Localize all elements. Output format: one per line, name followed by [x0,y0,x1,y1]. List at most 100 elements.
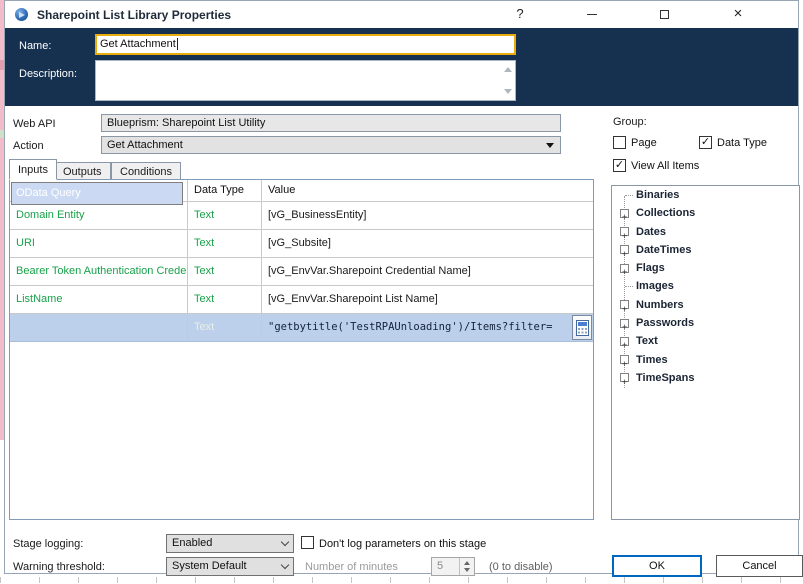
tab-outputs[interactable]: Outputs [54,162,111,180]
description-label: Description: [19,68,78,80]
param-type[interactable]: Text [188,286,262,314]
param-value[interactable]: [vG_BusinessEntity] [262,202,593,230]
spin-up-icon[interactable] [464,561,470,565]
expression-editor-button[interactable] [572,315,592,340]
tree-item-times[interactable]: Times [612,351,799,373]
stage-logging-label: Stage logging: [13,538,84,550]
tree-item-passwords[interactable]: Passwords [612,314,799,336]
background-grid-ticks [0,577,803,583]
warning-threshold-label: Warning threshold: [13,561,105,573]
expand-plus-icon[interactable] [620,227,629,245]
param-name[interactable]: Bearer Token Authentication Credent... [10,258,188,286]
view-all-items-checkbox-label: View All Items [631,160,700,172]
table-row-selected[interactable]: OData Query Text "getbytitle('TestRPAUnl… [10,182,593,342]
expand-plus-icon[interactable] [620,245,629,263]
tree-item-label: Text [636,335,658,348]
param-type[interactable]: Text [188,202,262,230]
cancel-button[interactable]: Cancel [716,555,803,577]
param-type[interactable]: Text [188,258,262,286]
warning-threshold-dropdown[interactable]: System Default [166,557,294,576]
param-type[interactable]: Text [188,314,262,342]
tree-item-timespans[interactable]: TimeSpans [612,369,799,391]
description-textarea[interactable] [95,60,516,101]
stage-logging-value: Enabled [172,537,213,549]
param-value-cell[interactable]: "getbytitle('TestRPAUnloading')/Items?fi… [262,314,593,342]
tree-item-label: Numbers [636,298,684,311]
tree-item-label: Collections [636,207,696,220]
param-value[interactable]: [vG_EnvVar.Sharepoint List Name] [262,286,593,314]
tree-item-dates[interactable]: Dates [612,223,799,245]
tab-conditions[interactable]: Conditions [111,162,181,180]
param-name[interactable]: URI [10,230,188,258]
warning-threshold-value: System Default [172,560,247,572]
table-row[interactable]: Bearer Token Authentication Credent... T… [10,258,593,286]
close-button[interactable]: × [723,1,753,27]
tree-item-flags[interactable]: Flags [612,259,799,281]
group-label: Group: [613,116,647,128]
expand-plus-icon[interactable] [620,373,629,391]
expand-plus-icon[interactable] [620,300,629,318]
param-value[interactable]: [vG_EnvVar.Sharepoint Credential Name] [262,258,593,286]
blueprism-action-icon [15,8,28,21]
table-row[interactable]: URI Text [vG_Subsite] [10,230,593,258]
expand-plus-icon[interactable] [620,355,629,373]
name-input-text: Get Attachment [100,38,176,50]
expand-plus-icon[interactable] [620,336,629,355]
tree-item-images[interactable]: Images [612,277,799,295]
title-bar[interactable]: Sharepoint List Library Properties ? × [5,1,798,28]
calculator-icon [576,320,589,336]
name-input[interactable]: Get Attachment [95,34,516,55]
column-header-datatype: Data Type [188,180,262,202]
stage-logging-dropdown[interactable]: Enabled [166,534,294,553]
minimize-button[interactable] [577,1,607,27]
datatype-checkbox[interactable]: ✓ [699,136,712,149]
page-checkbox-label: Page [631,137,657,149]
param-name[interactable]: ListName [10,286,188,314]
param-name[interactable]: Domain Entity [10,202,188,230]
maximize-icon [659,9,669,19]
expand-plus-icon[interactable] [620,263,629,281]
tree-leaf-stub [625,195,633,196]
minutes-spinner-value: 5 [437,560,444,572]
tree-item-text[interactable]: Text [612,332,799,355]
web-api-field[interactable]: Blueprism: Sharepoint List Utility [101,114,561,132]
datatype-checkbox-label: Data Type [717,137,767,149]
expand-plus-icon[interactable] [620,208,629,227]
chevron-down-icon [280,560,290,570]
table-row[interactable]: ListName Text [vG_EnvVar.Sharepoint List… [10,286,593,314]
tree-item-label: Passwords [636,317,695,330]
tree-item-collections[interactable]: Collections [612,204,799,227]
dont-log-checkbox-label: Don't log parameters on this stage [319,538,487,550]
view-all-items-checkbox[interactable]: ✓ [613,159,626,172]
column-header-value: Value [262,180,593,202]
dropdown-arrow-icon [546,143,554,148]
param-name-cell[interactable]: OData Query [10,182,188,342]
param-value[interactable]: [vG_Subsite] [262,230,593,258]
expand-plus-icon[interactable] [620,318,629,336]
tree-item-label: TimeSpans [636,371,695,384]
help-button[interactable]: ? [505,1,535,27]
ok-button[interactable]: OK [612,555,702,577]
tab-inputs[interactable]: Inputs [9,159,57,180]
tree-item-label: DateTimes [636,243,692,256]
minutes-spinner[interactable]: 5 [431,557,475,576]
disable-hint-text: (0 to disable) [489,561,553,573]
spinner-buttons[interactable] [459,558,474,575]
tree-item-datetimes[interactable]: DateTimes [612,241,799,263]
scroll-up-icon[interactable] [504,67,512,72]
maximize-button[interactable] [649,1,679,27]
action-label: Action [13,140,44,152]
action-dropdown[interactable]: Get Attachment [101,136,561,154]
text-caret [176,38,178,51]
chevron-down-icon [280,537,290,547]
tree-item-label: Times [636,353,668,366]
dont-log-checkbox[interactable] [301,536,314,549]
table-row[interactable]: Domain Entity Text [vG_BusinessEntity] [10,202,593,230]
properties-dialog: Sharepoint List Library Properties ? × N… [4,0,803,577]
spin-down-icon[interactable] [464,568,470,572]
tree-item-numbers[interactable]: Numbers [612,296,799,318]
scroll-down-icon[interactable] [504,89,512,94]
param-type[interactable]: Text [188,230,262,258]
tree-item-binaries[interactable]: Binaries [612,186,799,204]
page-checkbox[interactable] [613,136,626,149]
